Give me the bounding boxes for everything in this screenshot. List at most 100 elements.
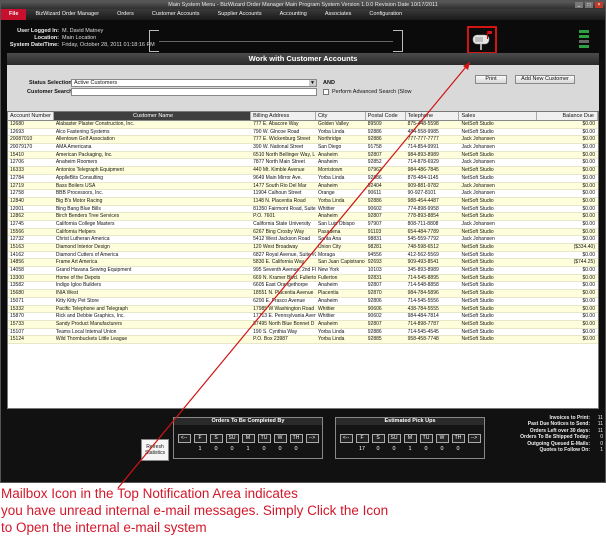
menu-file[interactable]: File bbox=[1, 9, 27, 20]
day-button[interactable]: S bbox=[209, 434, 223, 443]
maximize-icon[interactable]: □ bbox=[585, 2, 593, 8]
annotation-callout: Mailbox Icon in the Top Notification Are… bbox=[1, 485, 441, 536]
table-cell: Yorba Linda bbox=[317, 336, 345, 343]
column-header-customer-name[interactable]: Customer Name bbox=[53, 112, 252, 120]
table-row[interactable]: 12840 Big B's Motor Racing 1148 N. Placent… bbox=[8, 197, 598, 206]
table-row[interactable]: 15870 Rick and Debbie Graphics, Inc. 17713… bbox=[8, 313, 598, 321]
table-row[interactable]: 15733 Sandy Product Manufacturers 87495 No… bbox=[8, 320, 598, 329]
column-header-billing-address[interactable]: Billing Address bbox=[251, 112, 316, 120]
day-button[interactable]: W bbox=[435, 434, 449, 443]
day-button[interactable]: <-- bbox=[339, 434, 353, 443]
table-row[interactable]: 15566 California Helpers 6267 Bing Crosby … bbox=[8, 228, 598, 237]
menu-orders[interactable]: Orders bbox=[108, 9, 143, 20]
table-row[interactable]: 12862 Birch Benders Tree Services P.O. 760… bbox=[8, 213, 598, 221]
day-button[interactable]: --> bbox=[467, 434, 481, 443]
table-cell: Placentia bbox=[317, 290, 339, 297]
column-header-telephone[interactable]: Telephone bbox=[406, 112, 460, 120]
table-row[interactable]: 13300 Home of the Depots 669 N. Kramer Blv… bbox=[8, 274, 598, 283]
day-button[interactable]: M bbox=[403, 434, 417, 443]
day-button[interactable]: M bbox=[241, 434, 255, 443]
table-row[interactable]: 12784 ApplleBits Consulting 9649 Main Mirr… bbox=[8, 174, 598, 183]
add-new-customer-button[interactable]: Add New Customer bbox=[515, 75, 575, 84]
table-cell: 91758 bbox=[367, 144, 382, 151]
table-cell: New York bbox=[317, 267, 340, 274]
table-row[interactable]: 12706 Anaheim Roomers 7877 North Main Stre… bbox=[8, 159, 598, 168]
refresh-statistics-button[interactable]: Refresh Statistics bbox=[141, 439, 169, 461]
day-button[interactable]: F bbox=[355, 434, 369, 443]
column-header-postal-code[interactable]: Postal Code bbox=[366, 112, 406, 120]
advanced-search-checkbox[interactable] bbox=[323, 89, 329, 95]
table-row[interactable]: 15332 Pacific Telephone and Telegraph 1798… bbox=[8, 305, 598, 314]
table-cell: 13300 bbox=[10, 274, 24, 281]
table-row[interactable]: 12758 BBB Processors, Inc. 11904 Calhoun S… bbox=[8, 190, 598, 198]
day-button[interactable]: SU bbox=[225, 434, 239, 443]
table-row[interactable]: 14058 Grand Havana Sewing Equipment 995 Se… bbox=[8, 267, 598, 275]
menu-accounting[interactable]: Accounting bbox=[271, 9, 316, 20]
menu-associates[interactable]: Associates bbox=[316, 9, 361, 20]
table-row[interactable]: 12732 Christ Lutheran America 5412 West Ja… bbox=[8, 236, 598, 244]
table-row[interactable]: 16333 Antonios Telegraph Equipment 440 Mt.… bbox=[8, 167, 598, 175]
table-row[interactable]: 14856 Frame Art America 5830 E. California… bbox=[8, 259, 598, 268]
chevron-down-icon[interactable]: ▼ bbox=[309, 80, 316, 86]
day-count: 1 bbox=[198, 446, 202, 452]
table-cell: American Packaging, Inc. bbox=[55, 151, 113, 158]
table-cell: 15410 bbox=[10, 151, 24, 158]
status-select[interactable]: Active Customers ▼ bbox=[71, 79, 317, 87]
table-row[interactable]: 12719 Bass Boilers USA 1477 South Rio Del … bbox=[8, 182, 598, 191]
table-row[interactable]: 20087010 Allentown Golf Association 777 E.… bbox=[8, 136, 598, 145]
menu-supplier-accounts[interactable]: Supplier Accounts bbox=[209, 9, 271, 20]
table-row[interactable]: 15124 Wild Thornbuckets Little League P.O.… bbox=[8, 336, 598, 344]
minimize-icon[interactable]: _ bbox=[575, 2, 583, 8]
table-row[interactable]: 15680 INIA West 18551 N. Placentia Avenue P… bbox=[8, 290, 598, 298]
table-row[interactable]: 13582 Indigo Igloo Builders 6605 East Oran… bbox=[8, 282, 598, 291]
day-button[interactable]: S bbox=[371, 434, 385, 443]
table-row[interactable]: 15410 American Packaging, Inc. 6510 North … bbox=[8, 151, 598, 160]
day-button[interactable]: TH bbox=[289, 434, 303, 443]
column-header-city[interactable]: City bbox=[316, 112, 366, 120]
customer-search-label: Customer Search: bbox=[27, 89, 75, 95]
column-header-sales[interactable]: Sales bbox=[459, 112, 538, 120]
day-button[interactable]: TH bbox=[451, 434, 465, 443]
menu-bizwizard-order-manager[interactable]: BizWizard Order Manager bbox=[26, 9, 108, 20]
day-button[interactable]: TU bbox=[257, 434, 271, 443]
table-cell: ($744.25) bbox=[573, 259, 595, 266]
day-button[interactable]: --> bbox=[305, 434, 319, 443]
day-button[interactable]: F bbox=[193, 434, 207, 443]
table-cell: 6200 E. Frasco Avenue bbox=[253, 297, 306, 304]
table-row[interactable]: 12745 California College Masters Californi… bbox=[8, 220, 598, 229]
table-row[interactable]: 15163 Diamond Interior Design 120 West Bro… bbox=[8, 244, 598, 252]
table-row[interactable]: 20079170 AMA Americana 390 W. National Str… bbox=[8, 144, 598, 152]
menu-customer-accounts[interactable]: Customer Accounts bbox=[143, 9, 209, 20]
status-selection-label: Status Selection bbox=[29, 80, 72, 86]
table-cell: 90611 bbox=[367, 190, 382, 197]
day-button[interactable]: <-- bbox=[177, 434, 191, 443]
table-cell: $0.00 bbox=[582, 320, 595, 327]
menu-configuration[interactable]: Configuration bbox=[360, 9, 411, 20]
print-button[interactable]: Print bbox=[475, 75, 507, 84]
table-row[interactable]: 12001 Bing Bang Blue Bills 81350 Fairmont … bbox=[8, 205, 598, 214]
table-row[interactable]: 15071 Kitty Kitty Pet Store 6200 E. Frasco… bbox=[8, 297, 598, 306]
customer-search-input[interactable] bbox=[71, 88, 317, 96]
table-cell: 9649 Main Mirror Ave. bbox=[253, 174, 302, 181]
status-led bbox=[579, 45, 589, 48]
day-button[interactable]: TU bbox=[419, 434, 433, 443]
table-body: 12680 Alabaster Plaster Construction, Inc… bbox=[8, 121, 598, 344]
column-header-account-number[interactable]: Account Number bbox=[8, 112, 54, 120]
table-row[interactable]: 12680 Alabaster Plaster Construction, Inc… bbox=[8, 121, 598, 129]
table-cell: Wild Thornbuckets Little League bbox=[55, 336, 128, 343]
table-cell: Yorba Linda bbox=[317, 174, 345, 181]
statistics-summary: Invoices to Print: 11 Past Due Notices to … bbox=[499, 415, 603, 453]
day-button[interactable]: SU bbox=[387, 434, 401, 443]
close-icon[interactable]: × bbox=[595, 2, 603, 8]
table-row[interactable]: 15107 Teams Local Internal Union 190 S. Cy… bbox=[8, 328, 598, 337]
mailbox-icon-button[interactable] bbox=[467, 26, 497, 54]
table-cell: 390 W. National Street bbox=[253, 144, 304, 151]
day-button[interactable]: W bbox=[273, 434, 287, 443]
table-cell: 714-854-9991 bbox=[407, 144, 439, 151]
column-header-balance-due[interactable]: Balance Due bbox=[537, 112, 598, 120]
table-cell: NetSoft Studio bbox=[461, 259, 494, 266]
table-row[interactable]: 12693 Alco Fastening Systems 790 W. Glncoe… bbox=[8, 128, 598, 137]
table-row[interactable]: 14162 Diamond Cutters of America 6827 Roya… bbox=[8, 251, 598, 260]
table-cell: NetSoft Studio bbox=[461, 205, 494, 212]
table-cell: 748-598-6512 bbox=[407, 244, 439, 250]
